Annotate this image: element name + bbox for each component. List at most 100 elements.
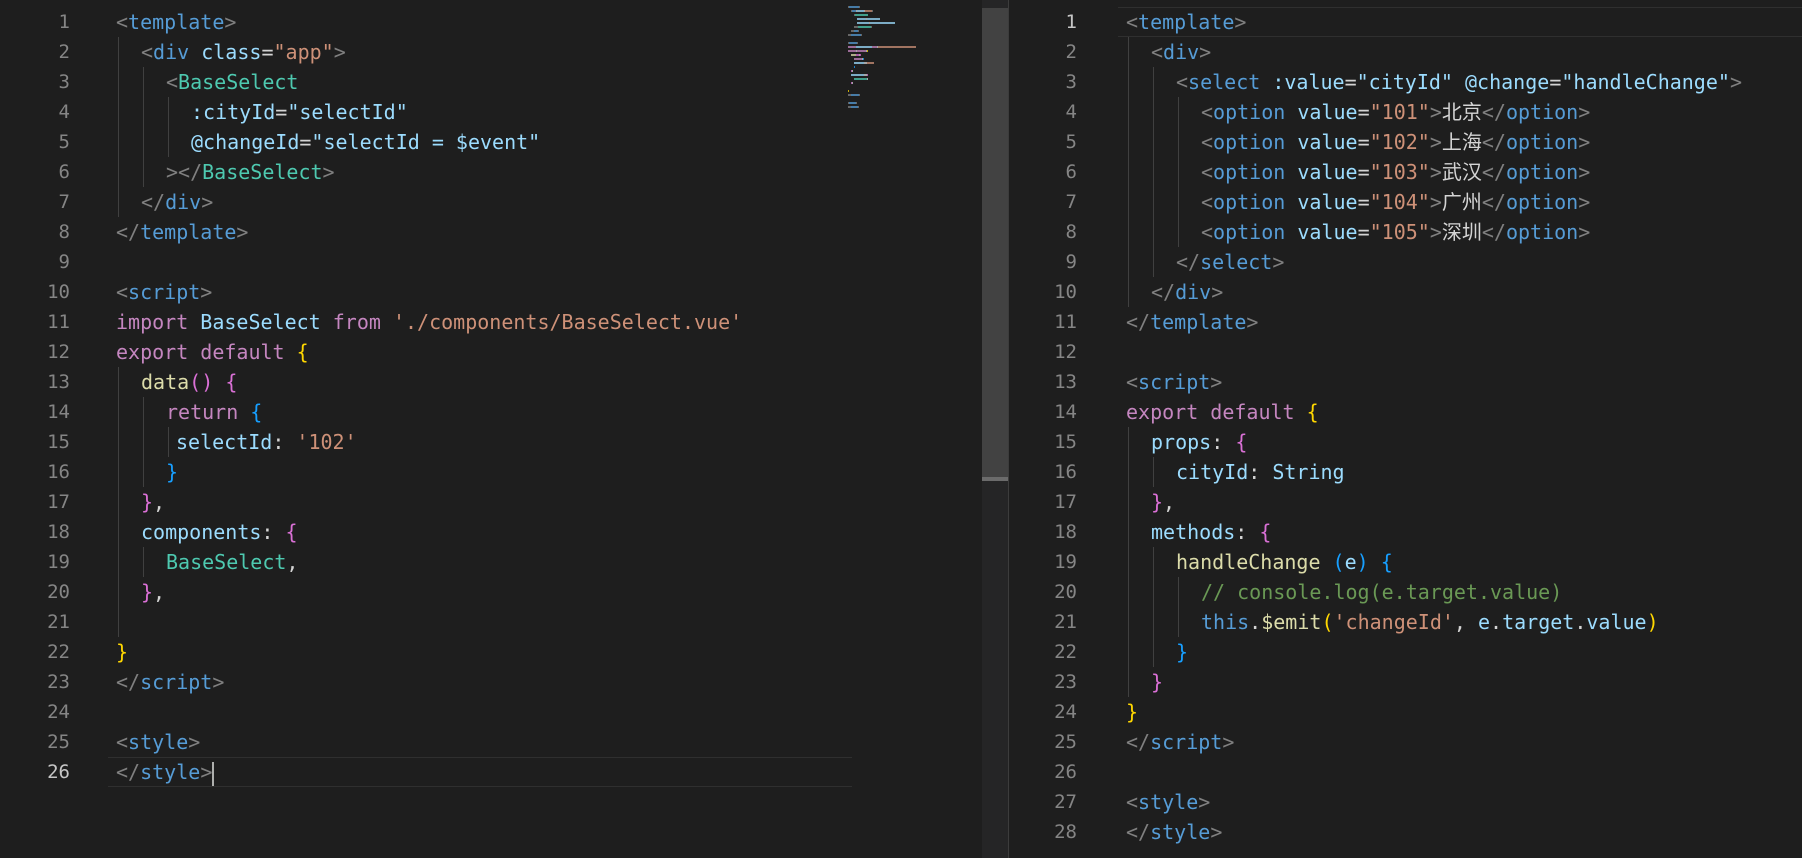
code-line[interactable]: cityId: String: [1126, 457, 1802, 487]
vertical-scrollbar-thumb[interactable]: [982, 8, 1008, 478]
code-line[interactable]: <script>: [1126, 367, 1802, 397]
indent-guide: [143, 127, 144, 157]
code-line[interactable]: <template>: [1118, 7, 1802, 37]
line-number: 18: [1054, 521, 1077, 543]
code-token: template: [128, 10, 225, 34]
minimap-line: [848, 14, 958, 17]
minimap-token: [870, 22, 895, 24]
code-line[interactable]: methods: {: [1126, 517, 1802, 547]
line-number: 9: [1065, 251, 1077, 273]
code-line[interactable]: selectId: '102': [116, 427, 846, 457]
line-number: 1: [58, 11, 70, 33]
code-token: </: [1481, 160, 1506, 184]
code-line[interactable]: }: [1126, 667, 1802, 697]
code-line[interactable]: data() {: [116, 367, 846, 397]
code-area[interactable]: <template> <div> <select :value="cityId" @…: [1118, 7, 1802, 847]
code-line[interactable]: :cityId="selectId": [116, 97, 846, 127]
code-token: }: [1151, 490, 1164, 514]
code-token: export: [1126, 400, 1199, 424]
code-line[interactable]: components: {: [116, 517, 846, 547]
line-number: 18: [47, 521, 70, 543]
code-line[interactable]: </style>: [108, 757, 852, 787]
code-token: (: [1332, 550, 1345, 574]
minimap[interactable]: [848, 6, 958, 116]
code-line[interactable]: </template>: [1126, 307, 1802, 337]
minimap-token: [851, 34, 861, 36]
code-line[interactable]: <div class="app">: [116, 37, 846, 67]
minimap-token: [860, 54, 861, 56]
indent-guide: [1128, 127, 1129, 157]
code-line[interactable]: [1126, 757, 1802, 787]
code-line[interactable]: <div>: [1126, 37, 1802, 67]
code-line[interactable]: <option value="102">上海</option>: [1126, 127, 1802, 157]
code-token: option: [1213, 100, 1286, 124]
line-number: 8: [58, 221, 70, 243]
minimap-line: [848, 74, 958, 77]
code-line[interactable]: BaseSelect,: [116, 547, 846, 577]
code-line[interactable]: <option value="101">北京</option>: [1126, 97, 1802, 127]
indent-guide: [1128, 217, 1129, 247]
indent-guide: [1128, 157, 1129, 187]
editor-group-left[interactable]: 1 2 3 4 5 6 7 8 9 10 11 12 13 14 15 16 17 18 19 20 21 22 23 24 2…: [0, 0, 1008, 858]
indent-guide: [118, 577, 119, 607]
code-line[interactable]: [1126, 337, 1802, 367]
code-token: option: [1213, 220, 1286, 244]
code-line[interactable]: <option value="103">武汉</option>: [1126, 157, 1802, 187]
minimap-token: [849, 102, 856, 104]
code-token: </: [1481, 100, 1506, 124]
code-line[interactable]: [116, 697, 846, 727]
code-line[interactable]: </template>: [116, 217, 846, 247]
code-line[interactable]: </script>: [116, 667, 846, 697]
code-line[interactable]: <template>: [116, 7, 846, 37]
code-line[interactable]: }: [1126, 697, 1802, 727]
code-line[interactable]: export default {: [116, 337, 846, 367]
code-line[interactable]: return {: [116, 397, 846, 427]
code-token: >: [1578, 160, 1591, 184]
code-token: >: [1210, 820, 1223, 844]
code-line[interactable]: this.$emit('changeId', e.target.value): [1126, 607, 1802, 637]
code-line[interactable]: },: [116, 577, 846, 607]
code-line[interactable]: </div>: [1126, 277, 1802, 307]
code-line[interactable]: [116, 607, 846, 637]
code-token: >: [1199, 40, 1212, 64]
code-line[interactable]: </div>: [116, 187, 846, 217]
code-token: .: [1249, 610, 1262, 634]
code-line[interactable]: <BaseSelect: [116, 67, 846, 97]
indent-guide: [1128, 487, 1129, 517]
code-line[interactable]: [116, 247, 846, 277]
line-number: 4: [1065, 101, 1077, 123]
code-line[interactable]: <style>: [1126, 787, 1802, 817]
code-line[interactable]: <option value="105">深圳</option>: [1126, 217, 1802, 247]
code-line[interactable]: <style>: [116, 727, 846, 757]
editor-group-right[interactable]: 1 2 3 4 5 6 7 8 9 10 11 12 13 14 15 16 17 18 19 20 21 22 23 24 2…: [1009, 0, 1802, 858]
code-line[interactable]: }: [116, 637, 846, 667]
code-line[interactable]: import BaseSelect from './components/Bas…: [116, 307, 846, 337]
code-line[interactable]: handleChange (e) {: [1126, 547, 1802, 577]
line-number-gutter: 1 2 3 4 5 6 7 8 9 10 11 12 13 14 15 16 17 18 19 20 21 22 23 24 2…: [1009, 7, 1077, 847]
code-line[interactable]: // console.log(e.target.value): [1126, 577, 1802, 607]
code-line[interactable]: <option value="104">广州</option>: [1126, 187, 1802, 217]
indent-guide: [1153, 457, 1154, 487]
code-line[interactable]: </style>: [1126, 817, 1802, 847]
code-line[interactable]: props: {: [1126, 427, 1802, 457]
code-line[interactable]: <select :value="cityId" @change="handleC…: [1126, 67, 1802, 97]
code-line[interactable]: @changeId="selectId = $event": [116, 127, 846, 157]
code-line[interactable]: export default {: [1126, 397, 1802, 427]
code-line[interactable]: }: [116, 457, 846, 487]
code-line[interactable]: <script>: [116, 277, 846, 307]
code-token: <: [1126, 790, 1139, 814]
code-token: template: [140, 220, 237, 244]
code-line[interactable]: ></BaseSelect>: [116, 157, 846, 187]
code-token: '102': [296, 430, 357, 454]
minimap-token: [858, 26, 871, 28]
indent-guide: [118, 97, 119, 127]
code-line[interactable]: },: [1126, 487, 1802, 517]
code-line[interactable]: </script>: [1126, 727, 1802, 757]
code-token: =: [299, 130, 312, 154]
code-line[interactable]: }: [1126, 637, 1802, 667]
line-number: 27: [1054, 791, 1077, 813]
code-line[interactable]: },: [116, 487, 846, 517]
code-area[interactable]: <template> <div class="app"> <BaseSelect:c…: [108, 7, 852, 787]
code-line[interactable]: </select>: [1126, 247, 1802, 277]
